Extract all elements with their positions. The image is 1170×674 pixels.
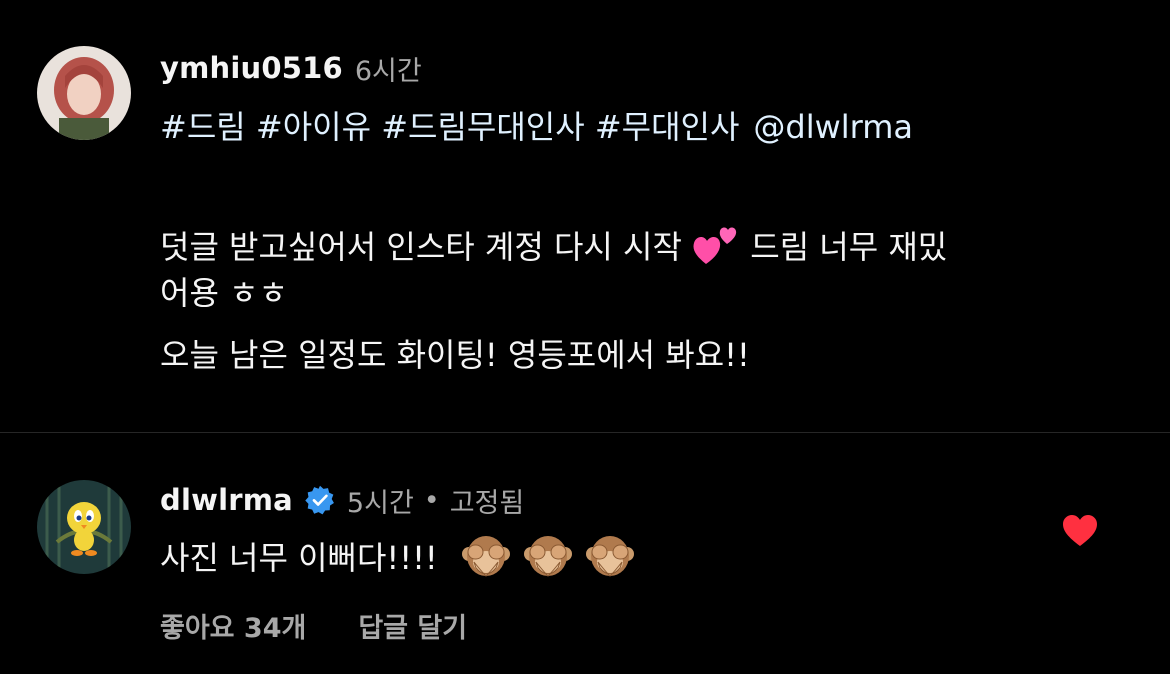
reply-button[interactable]: 답글 달기 [358,606,467,645]
caption-section: ymhiu0516 6시간 #드림 #아이유 #드림무대인사 #무대인사 @dlw… [0,0,1170,432]
separator-dot: • [423,484,440,516]
mention-link[interactable]: @dlwlrma [753,108,913,146]
caption-text: 드림 너무 재밌 [750,228,948,266]
comment-username[interactable]: dlwlrma [160,483,293,517]
see-no-evil-monkey-icon [522,532,574,588]
verified-badge-icon [305,485,335,515]
comment-text-line: 사진 너무 이뻐다!!!! [160,532,636,588]
two-hearts-icon [692,224,740,274]
hashtag-link[interactable]: #드림 [160,108,246,146]
caption-text-line: 덧글 받고싶어서 인스타 계정 다시 시작 드림 너무 재밌 [160,222,947,274]
comment-timestamp: 5시간 [346,487,414,519]
comment-header: dlwlrma 5시간 • 고정됨 [160,480,524,520]
hashtag-link[interactable]: #드림무대인사 [381,108,584,146]
comment-text: 사진 너무 이뻐다!!!! [160,539,438,577]
heart-icon[interactable] [1062,514,1098,548]
timestamp: 6시간 [354,55,422,87]
see-no-evil-monkey-icon [460,532,512,588]
divider [0,432,1170,433]
comment-actions: 좋아요 34개 답글 달기 [160,606,467,645]
caption-text: 덧글 받고싶어서 인스타 계정 다시 시작 [160,228,682,266]
caption-text-line: 어용 ㅎㅎ [160,274,288,312]
pinned-label: 고정됨 [449,487,525,519]
avatar[interactable] [37,46,131,140]
hashtag-line: #드림 #아이유 #드림무대인사 #무대인사 @dlwlrma [160,102,913,148]
username[interactable]: ymhiu0516 [160,51,343,85]
hashtag-link[interactable]: #무대인사 [595,108,740,146]
see-no-evil-monkey-icon [584,532,636,588]
hashtag-link[interactable]: #아이유 [256,108,371,146]
caption-text-line: 오늘 남은 일정도 화이팅! 영등포에서 봐요!! [160,336,750,374]
caption-header: ymhiu0516 6시간 [160,48,422,88]
likes-count-button[interactable]: 좋아요 34개 [160,606,306,645]
avatar[interactable] [37,480,131,574]
